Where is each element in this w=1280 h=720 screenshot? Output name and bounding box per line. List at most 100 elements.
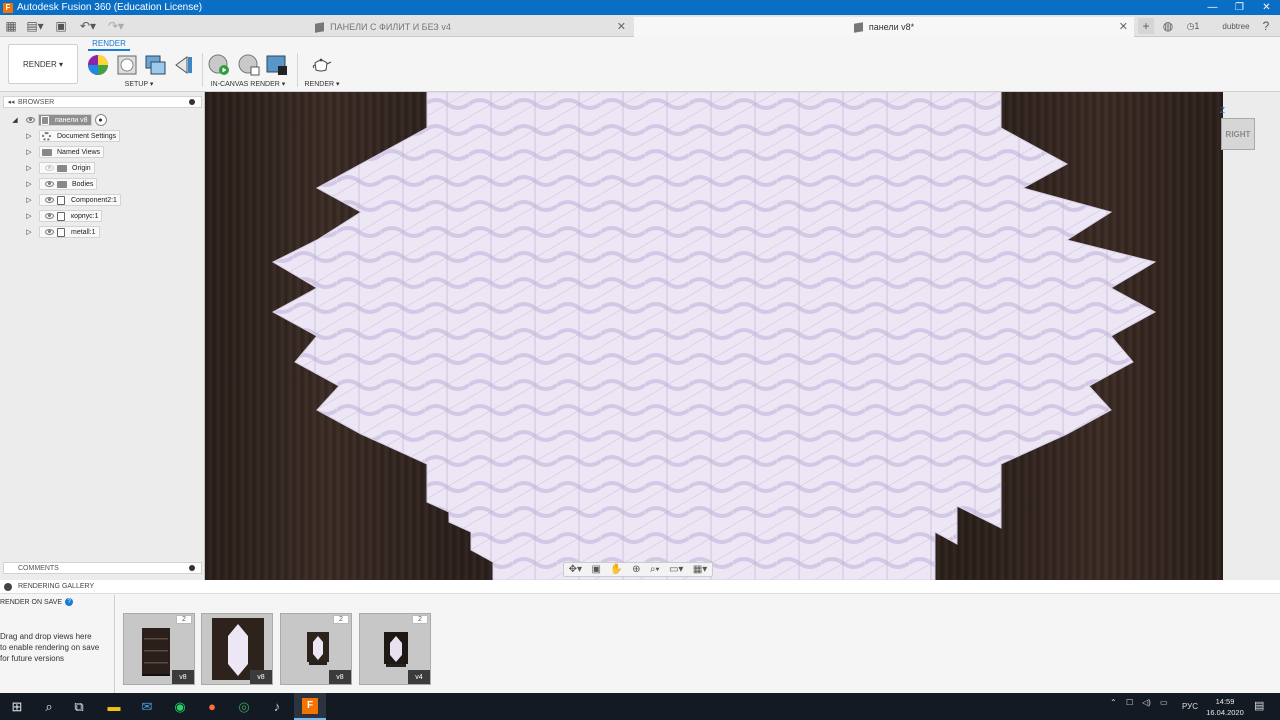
tree-item-box[interactable]: Component2:1 (39, 194, 121, 206)
expand-icon[interactable]: ▷ (24, 212, 34, 220)
expand-icon[interactable]: ▷ (24, 164, 34, 172)
collapse-icon[interactable]: ◂◂ (4, 98, 18, 106)
close-tab-icon[interactable]: ✕ (1119, 20, 1128, 33)
visibility-icon[interactable] (45, 229, 54, 235)
panel-options-icon[interactable] (189, 99, 195, 105)
search-icon[interactable]: ⌕ (34, 693, 64, 720)
app-grid-icon[interactable]: ▦ (4, 18, 18, 34)
visibility-icon[interactable] (45, 213, 54, 219)
comments-header[interactable]: COMMENTS (3, 562, 202, 574)
clock[interactable]: 14:59 16.04.2020 (1203, 696, 1247, 718)
in-canvas-render-group-label[interactable]: IN-CANVAS RENDER ▾ (205, 80, 291, 88)
maximize-button[interactable]: ❐ (1226, 0, 1253, 15)
help-icon[interactable]: ? (1258, 18, 1274, 34)
in-canvas-settings-icon[interactable] (238, 54, 260, 76)
gallery-thumbnail[interactable]: 2 v8 (280, 613, 352, 685)
battery-icon[interactable]: ▭ (1160, 698, 1168, 707)
appearance-icon[interactable] (87, 54, 109, 76)
texture-map-icon[interactable] (144, 54, 166, 76)
expand-icon[interactable]: ▷ (24, 132, 34, 140)
expand-icon[interactable]: ◢ (10, 116, 20, 124)
close-tab-icon[interactable]: ✕ (617, 20, 626, 33)
viewcube[interactable]: RIGHT (1221, 118, 1255, 150)
input-language[interactable]: РУС (1182, 702, 1198, 711)
gallery-header[interactable]: RENDERING GALLERY (0, 580, 1280, 594)
tree-item-metall[interactable]: ▷ metall:1 (24, 226, 100, 238)
info-icon[interactable]: ? (65, 598, 74, 606)
fusion-taskbar-icon[interactable]: F (294, 693, 326, 720)
tree-item-document-settings[interactable]: ▷ Document Settings (24, 130, 121, 142)
tree-item-korpus[interactable]: ▷ корпус:1 (24, 210, 103, 222)
gallery-collapse-icon[interactable] (4, 582, 12, 591)
tree-item-box[interactable]: Document Settings (39, 130, 121, 142)
tray-chevron-icon[interactable]: ⌃ (1110, 698, 1117, 707)
tree-item-origin[interactable]: ▷ Origin (24, 162, 95, 174)
tree-item-box[interactable]: Named Views (39, 146, 105, 158)
network-icon[interactable]: ☐ (1126, 698, 1133, 707)
capture-image-icon[interactable] (266, 54, 288, 76)
pan-hand-icon[interactable]: ✋ (610, 564, 622, 575)
tree-root[interactable]: ◢ панели v8 ● (10, 114, 107, 126)
tree-item-box[interactable]: корпус:1 (39, 210, 103, 222)
redo-icon[interactable]: ↷▾ (104, 18, 128, 34)
visibility-icon[interactable] (45, 165, 54, 171)
volume-icon[interactable]: ◁) (1142, 698, 1151, 707)
zoom-icon[interactable]: ⊕ (632, 564, 640, 575)
gallery-thumbnail[interactable]: 2 v8 (123, 613, 195, 685)
file-explorer-icon[interactable]: ▬ (99, 693, 129, 720)
save-icon[interactable]: ▣ (54, 18, 68, 34)
display-settings-icon[interactable]: ▭▾ (669, 564, 683, 575)
firefox-icon[interactable]: ● (197, 693, 227, 720)
gallery-thumbnail[interactable]: v8 (201, 613, 273, 685)
look-at-icon[interactable]: ▣ (591, 564, 600, 575)
user-menu[interactable]: dubtree (1216, 18, 1256, 34)
tab-document-v8[interactable]: панели v8* ✕ (634, 17, 1134, 37)
data-panel-icon[interactable]: ◍ (1160, 18, 1176, 34)
tree-item-box[interactable]: metall:1 (39, 226, 100, 238)
new-tab-icon[interactable]: + (1138, 18, 1154, 34)
tree-item-box[interactable]: Bodies (39, 178, 98, 190)
gallery-thumbnail[interactable]: 2 v4 (359, 613, 431, 685)
minimize-button[interactable]: — (1199, 0, 1226, 15)
orbit-icon[interactable]: ✥▾ (569, 564, 582, 575)
setup-group-label[interactable]: SETUP ▾ (112, 80, 166, 88)
render-teapot-icon[interactable] (310, 54, 332, 76)
expand-icon[interactable]: ▷ (24, 148, 34, 156)
chrome-icon[interactable]: ◎ (229, 693, 259, 720)
windows-start-icon[interactable]: ⊞ (0, 693, 34, 720)
visibility-icon[interactable] (45, 181, 54, 187)
undo-icon[interactable]: ↶▾ (76, 18, 100, 34)
music-player-icon[interactable]: ♪ (262, 693, 292, 720)
tree-item-bodies[interactable]: ▷ Bodies (24, 178, 98, 190)
whatsapp-icon[interactable]: ◉ (165, 693, 195, 720)
tree-item-component2[interactable]: ▷ Component2:1 (24, 194, 121, 206)
root-component[interactable]: панели v8 (38, 114, 92, 126)
mail-icon[interactable]: ✉ (132, 693, 162, 720)
activate-icon[interactable]: ● (94, 114, 107, 126)
visibility-icon[interactable] (45, 197, 54, 203)
expand-icon[interactable]: ▷ (24, 196, 34, 204)
panel-model[interactable] (205, 92, 1223, 580)
notifications-icon[interactable]: ▤ (1254, 699, 1264, 712)
tab-render[interactable]: RENDER (88, 39, 130, 51)
job-status-icon[interactable]: ◷ 1 (1182, 18, 1204, 34)
hexagonal-panel-surface[interactable] (271, 92, 1157, 580)
in-canvas-render-icon[interactable] (208, 54, 230, 76)
scene-settings-icon[interactable] (116, 54, 138, 76)
expand-icon[interactable]: ▷ (24, 180, 34, 188)
decal-icon[interactable] (173, 54, 195, 76)
task-view-icon[interactable]: ⧉ (64, 693, 94, 720)
grid-settings-icon[interactable]: ▦▾ (693, 564, 707, 575)
zoom-window-icon[interactable]: ⌕▾ (650, 564, 660, 575)
tree-item-named-views[interactable]: ▷ Named Views (24, 146, 105, 158)
render-group-label[interactable]: RENDER ▾ (300, 80, 344, 88)
expand-icon[interactable]: ▷ (24, 228, 34, 236)
file-menu-icon[interactable]: ▤▾ (24, 18, 46, 34)
visibility-icon[interactable] (26, 117, 35, 123)
close-window-button[interactable]: ✕ (1253, 0, 1280, 15)
browser-header[interactable]: ◂◂ BROWSER (3, 96, 202, 108)
canvas-viewport[interactable] (205, 92, 1223, 580)
workspace-switcher[interactable]: RENDER ▾ (8, 44, 78, 84)
tree-item-box[interactable]: Origin (39, 162, 95, 174)
tab-document-v4[interactable]: ПАНЕЛИ С ФИЛИТ И БЕЗ v4 ✕ (134, 17, 632, 37)
